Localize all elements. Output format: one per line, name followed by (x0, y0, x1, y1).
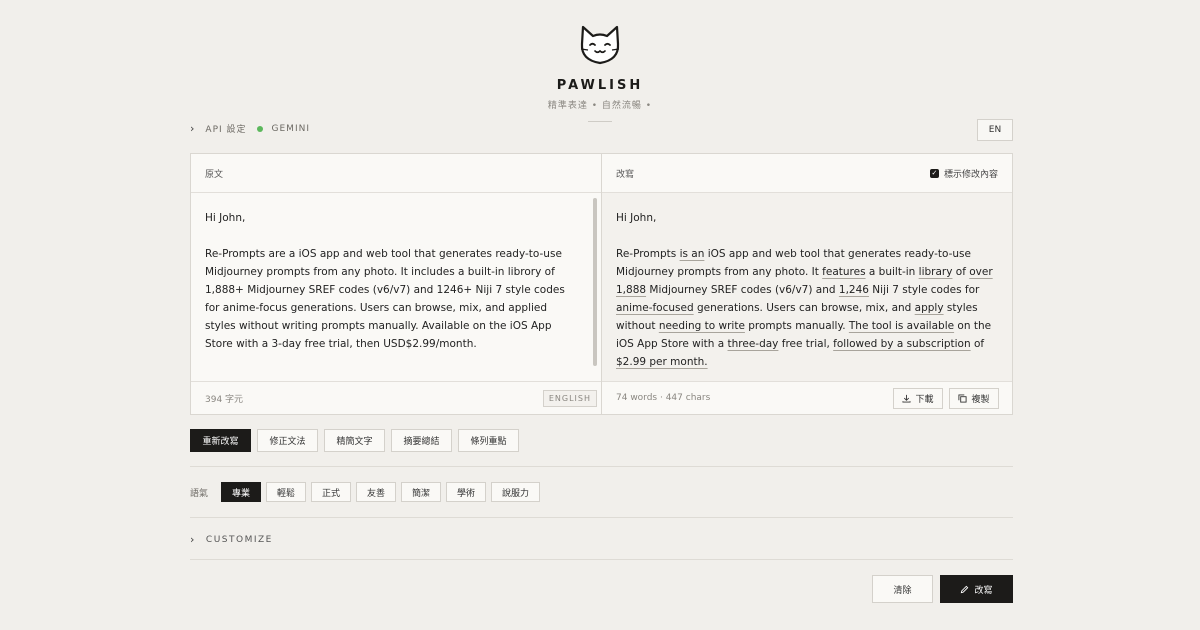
result-pane-footer: 74 words · 447 chars 下載 複製 (602, 381, 1012, 414)
changed-text: features (822, 266, 866, 278)
changed-text: anime-focused (616, 302, 694, 314)
copy-button[interactable]: 複製 (949, 387, 999, 409)
changed-text: is an (679, 248, 705, 260)
result-text: Hi John, Re-Prompts is an iOS app and we… (602, 193, 1012, 382)
source-scrollbar[interactable] (593, 198, 597, 366)
tone-label: 語氣 (190, 488, 209, 499)
result-stats: 74 words · 447 chars (616, 393, 711, 403)
mode-summary-button[interactable]: 摘要總結 (391, 429, 452, 452)
changed-text: The tool is available (848, 320, 955, 332)
copy-icon (958, 393, 968, 403)
source-pane-footer: 394 字元 ENGLISH (191, 381, 601, 414)
source-greeting: Hi John, (205, 212, 246, 224)
brand-name: PAWLISH (556, 78, 644, 93)
tone-casual-button[interactable]: 輕鬆 (266, 482, 306, 502)
result-pane: 改寫 ✓ 標示修改內容 Hi John, Re-Prompts is an iO… (602, 154, 1012, 414)
section-divider (190, 517, 1013, 518)
section-divider (190, 559, 1013, 560)
unchanged-text: Midjourney SREF codes (v6/v7) and (646, 284, 839, 296)
customize-label: CUSTOMIZE (205, 534, 273, 545)
mode-selector: 重新改寫 修正文法 精簡文字 摘要總結 條列重點 (190, 429, 519, 452)
tone-academic-button[interactable]: 學術 (446, 482, 486, 502)
status-dot (256, 125, 263, 132)
unchanged-text: generations. Users can browse, mix, and (693, 302, 915, 314)
api-provider: GEMINI (271, 123, 310, 134)
unchanged-text: of (952, 266, 970, 278)
download-icon (902, 394, 912, 403)
result-greeting: Hi John, (616, 212, 657, 224)
language-button[interactable]: EN (977, 119, 1013, 141)
char-count: 394 字元 (205, 394, 244, 405)
source-pane: 原文 Hi John, Re-Prompts are a iOS app and… (191, 154, 602, 414)
api-settings-toggle[interactable]: › API 設定 GEMINI (190, 122, 310, 135)
unchanged-text: of (970, 338, 985, 350)
unchanged-text: Re-Prompts (616, 248, 680, 260)
tone-friendly-button[interactable]: 友善 (356, 482, 396, 502)
result-pane-header: 改寫 ✓ 標示修改內容 (602, 154, 1012, 193)
show-changes-label: 標示修改內容 (943, 169, 998, 180)
mode-rewrite-button[interactable]: 重新改寫 (190, 429, 251, 452)
changed-text: apply (914, 302, 944, 314)
source-pane-title: 原文 (205, 169, 224, 180)
unchanged-text: prompts manually. (744, 320, 849, 332)
tone-professional-button[interactable]: 專業 (221, 482, 261, 502)
changed-text: $2.99 per month. (616, 356, 708, 368)
unchanged-text: a built-in (865, 266, 919, 278)
clear-button[interactable]: 清除 (872, 575, 933, 603)
source-textarea[interactable]: Hi John, Re-Prompts are a iOS app and we… (191, 193, 601, 382)
customize-toggle[interactable]: › CUSTOMIZE (190, 533, 273, 546)
source-pane-header: 原文 (191, 154, 601, 193)
app-header: PAWLISH 精準表達 • 自然流暢 • (0, 22, 1200, 122)
mode-grammar-button[interactable]: 修正文法 (257, 429, 318, 452)
copy-label: 複製 (971, 394, 990, 405)
download-label: 下載 (915, 394, 934, 405)
show-changes-checkbox[interactable]: ✓ 標示修改內容 (929, 167, 998, 180)
detected-language-badge: ENGLISH (542, 389, 597, 407)
chevron-right-icon: › (190, 122, 196, 135)
changed-text: needing to write (658, 320, 745, 332)
mode-bullets-button[interactable]: 條列重點 (458, 429, 519, 452)
rewrite-button[interactable]: 改寫 (940, 575, 1013, 603)
api-settings-label: API 設定 (205, 125, 247, 135)
editor-panel: 原文 Hi John, Re-Prompts are a iOS app and… (190, 153, 1013, 415)
changed-text: three-day (727, 338, 779, 350)
changed-text: library (918, 266, 953, 278)
tone-formal-button[interactable]: 正式 (311, 482, 351, 502)
result-paragraph: Re-Prompts is an iOS app and web tool th… (616, 245, 998, 371)
unchanged-text: Niji 7 style codes for (868, 284, 980, 296)
changed-text: 1,246 (838, 284, 869, 296)
tone-brief-button[interactable]: 簡潔 (401, 482, 441, 502)
source-paragraph: Re-Prompts are a iOS app and web tool th… (205, 248, 565, 350)
download-button[interactable]: 下載 (893, 387, 943, 409)
chevron-right-icon: › (190, 533, 196, 546)
changed-text: followed by a subscription (833, 338, 971, 350)
pencil-icon (961, 585, 969, 593)
unchanged-text: free trial, (778, 338, 834, 350)
result-pane-title: 改寫 (616, 169, 635, 180)
rewrite-label: 改寫 (974, 585, 993, 596)
tone-persuasive-button[interactable]: 說服力 (491, 482, 540, 502)
tagline: 精準表達 • 自然流暢 • (547, 101, 653, 111)
mode-concise-button[interactable]: 精簡文字 (324, 429, 385, 452)
section-divider (190, 466, 1013, 467)
checkbox-checked-icon: ✓ (929, 168, 939, 178)
tone-selector: 語氣 專業 輕鬆 正式 友善 簡潔 學術 說服力 (190, 482, 540, 502)
header-divider (588, 121, 612, 122)
cat-face-icon (580, 25, 620, 65)
